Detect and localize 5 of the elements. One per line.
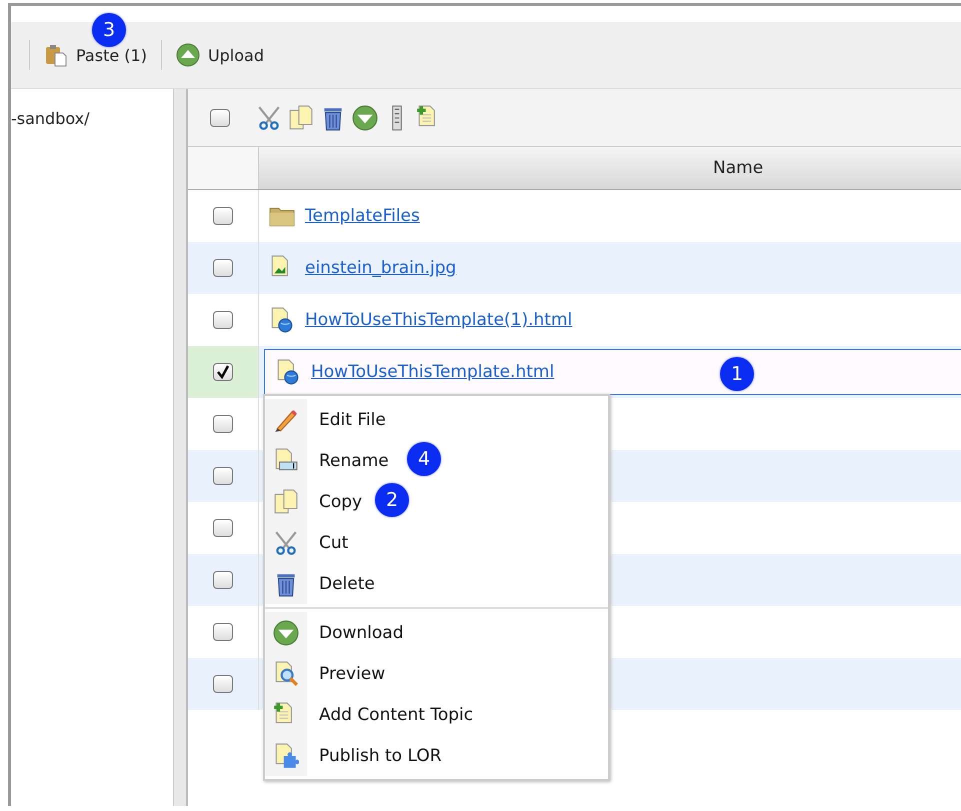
callout-badge: 3	[92, 13, 126, 47]
callout-badge: 4	[407, 442, 441, 476]
callout-badge: 2	[375, 483, 409, 517]
callout-badge: 1	[720, 357, 754, 391]
folder-path: -sandbox/	[11, 109, 91, 128]
